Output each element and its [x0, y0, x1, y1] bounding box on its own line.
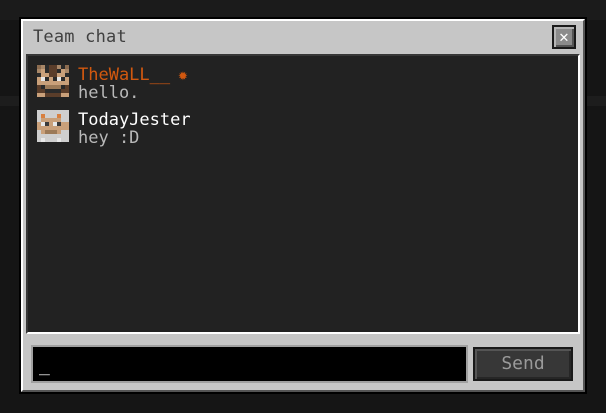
chat-input[interactable]: _: [31, 345, 468, 383]
window-title: Team chat: [33, 27, 127, 47]
send-button[interactable]: Send: [473, 347, 573, 381]
close-icon: ✕: [559, 27, 569, 46]
star-icon: ✹: [178, 65, 188, 84]
team-chat-window: Team chat ✕ TheWaLL__ ✹ hello. TodayJeste…: [21, 19, 585, 392]
chat-message-list[interactable]: TheWaLL__ ✹ hello. TodayJester hey :D: [26, 54, 580, 334]
message-text: hey :D: [78, 128, 140, 148]
message-author[interactable]: TodayJester: [78, 110, 191, 130]
player-avatar: [37, 65, 69, 97]
background-band: [0, 0, 606, 20]
close-button[interactable]: ✕: [552, 25, 576, 49]
message-text: hello.: [78, 83, 140, 103]
message-author[interactable]: TheWaLL__ ✹: [78, 65, 188, 85]
player-avatar: [37, 110, 69, 142]
